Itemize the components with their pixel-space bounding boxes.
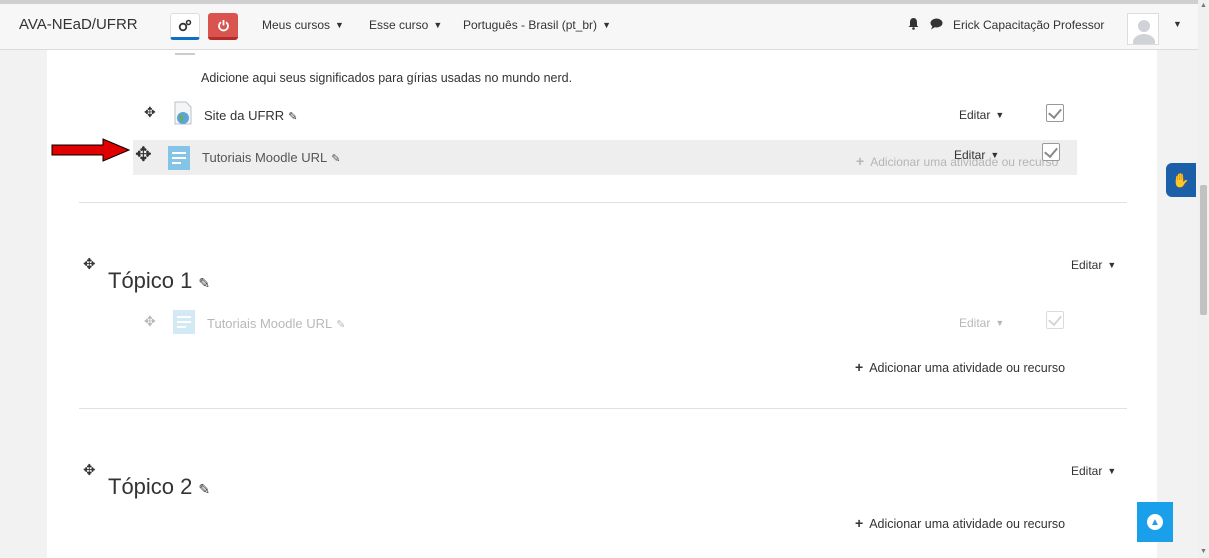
caret-down-icon: ▼	[433, 20, 443, 30]
plus-icon: +	[855, 515, 864, 531]
accessibility-widget-button[interactable]: ✋	[1166, 163, 1196, 197]
menu-language-label: Português - Brasil (pt_br)	[463, 18, 598, 32]
site-brand[interactable]: AVA-NEaD/UFRR	[19, 16, 138, 33]
add-activity-label: Adicionar uma atividade ou recurso	[869, 361, 1066, 375]
chevron-up-icon: ▲	[1147, 514, 1163, 530]
edit-label: Editar	[959, 108, 991, 122]
scroll-up-arrow-icon[interactable]: ▲	[1200, 2, 1207, 9]
move-icon[interactable]: ✥	[83, 461, 96, 479]
edit-menu-placeholder: Editar ▼	[959, 316, 1004, 330]
pencil-icon[interactable]: ✎	[198, 481, 210, 497]
pencil-icon: ✎	[336, 319, 346, 331]
admin-settings-button[interactable]	[170, 13, 200, 40]
edit-label: Editar	[954, 148, 986, 162]
scroll-down-arrow-icon[interactable]: ▼	[1200, 548, 1207, 555]
activity-link-tutoriais-placeholder: Tutoriais Moodle URL ✎	[207, 316, 345, 331]
section-divider	[79, 202, 1127, 203]
caret-down-icon: ▼	[990, 150, 1000, 160]
move-icon[interactable]: ✥	[83, 255, 96, 273]
activity-link-site-ufrr[interactable]: Site da UFRR ✎	[204, 108, 297, 123]
url-globe-icon	[174, 101, 192, 125]
edit-menu-topic-2[interactable]: Editar ▼	[1071, 464, 1116, 478]
menu-meus-cursos[interactable]: Meus cursos ▼	[262, 18, 344, 32]
caret-down-icon: ▼	[602, 20, 611, 30]
activity-label: Tutoriais Moodle URL	[207, 316, 333, 331]
chat-icon[interactable]	[930, 18, 943, 33]
completion-checkbox[interactable]	[1042, 143, 1060, 161]
section-description: Adicione aqui seus significados para gír…	[201, 71, 573, 85]
activity-link-tutoriais-dragging[interactable]: Tutoriais Moodle URL ✎	[202, 150, 340, 165]
caret-down-icon: ▼	[1107, 260, 1117, 270]
top-navbar: AVA-NEaD/UFRR Meus cursos ▼ Esse curso ▼ P…	[0, 0, 1198, 50]
topic-title: Tópico 2	[108, 474, 193, 499]
pencil-icon[interactable]: ✎	[331, 153, 340, 165]
menu-esse-curso-label: Esse curso	[369, 18, 429, 32]
caret-down-icon: ▼	[335, 20, 344, 30]
gear-icon	[178, 19, 192, 31]
menu-language[interactable]: Português - Brasil (pt_br) ▼	[463, 18, 611, 32]
edit-menu-site-ufrr[interactable]: Editar ▼	[959, 108, 1004, 122]
bell-icon[interactable]	[908, 17, 919, 33]
avatar[interactable]	[1127, 13, 1159, 45]
plus-icon: +	[855, 359, 864, 375]
move-icon[interactable]: ✥	[144, 104, 156, 121]
pencil-icon[interactable]: ✎	[198, 275, 210, 291]
user-menu-name[interactable]: Erick Capacitação Professor	[953, 18, 1104, 32]
activity-label: Tutoriais Moodle URL	[202, 150, 328, 165]
power-icon	[217, 19, 229, 31]
add-activity-label: Adicionar uma atividade ou recurso	[869, 517, 1066, 531]
edit-label: Editar	[1071, 464, 1103, 478]
caret-down-icon: ▼	[995, 110, 1005, 120]
topic-title: Tópico 1	[108, 268, 193, 293]
completion-checkbox[interactable]	[1046, 104, 1064, 122]
topic-1-heading: Tópico 1 ✎	[108, 268, 210, 294]
course-content	[47, 50, 1157, 558]
page-icon	[173, 310, 195, 334]
drag-cursor-icon: ✥	[135, 144, 152, 166]
activity-label: Site da UFRR	[204, 108, 285, 123]
sign-language-hands-icon: ✋	[1172, 171, 1190, 188]
add-activity-link-topic-2[interactable]: + Adicionar uma atividade ou recurso	[855, 515, 1065, 531]
section-divider-stub	[175, 53, 195, 55]
edit-menu-tutoriais-dragging[interactable]: Editar ▼	[954, 148, 999, 162]
completion-checkbox	[1046, 311, 1064, 329]
page-icon	[168, 146, 190, 170]
caret-down-icon: ▼	[995, 318, 1005, 328]
avatar-body	[1133, 34, 1155, 44]
page-scrollbar[interactable]: ▲ ▼	[1198, 0, 1209, 558]
scroll-thumb[interactable]	[1200, 185, 1207, 315]
plus-icon: +	[856, 153, 865, 169]
edit-mode-toggle-button[interactable]	[208, 13, 238, 40]
avatar-head	[1138, 20, 1150, 32]
edit-label: Editar	[959, 316, 991, 330]
menu-meus-cursos-label: Meus cursos	[262, 18, 331, 32]
move-icon: ✥	[144, 313, 156, 329]
section-divider	[79, 408, 1127, 409]
edit-menu-topic-1[interactable]: Editar ▼	[1071, 258, 1116, 272]
red-arrow-annotation	[51, 138, 131, 162]
add-activity-link-topic-1[interactable]: + Adicionar uma atividade ou recurso	[855, 359, 1065, 375]
edit-label: Editar	[1071, 258, 1103, 272]
caret-down-icon[interactable]: ▼	[1173, 19, 1182, 29]
menu-esse-curso[interactable]: Esse curso ▼	[369, 18, 442, 32]
pencil-icon[interactable]: ✎	[288, 111, 297, 123]
caret-down-icon: ▼	[1107, 466, 1117, 476]
topic-2-heading: Tópico 2 ✎	[108, 474, 210, 500]
back-to-top-button[interactable]: ▲	[1137, 502, 1173, 542]
